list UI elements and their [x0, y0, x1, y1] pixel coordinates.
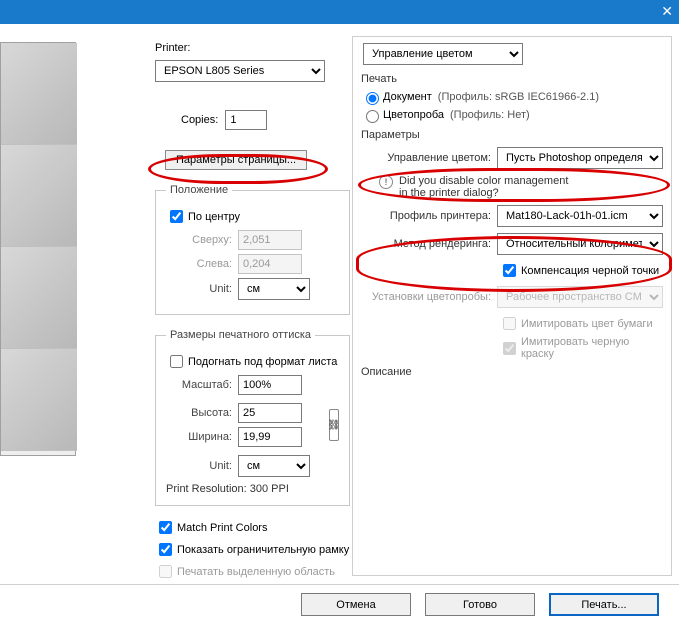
- description-area: [361, 382, 663, 430]
- sim-paper-checkbox: [503, 317, 516, 330]
- preview-thumb: [1, 349, 77, 451]
- scale-input[interactable]: [238, 375, 302, 395]
- printer-profile-label: Профиль принтера:: [361, 210, 491, 222]
- cancel-button[interactable]: Отмена: [301, 593, 411, 616]
- top-label: Сверху:: [166, 234, 232, 246]
- link-icon[interactable]: ⛓: [329, 409, 339, 441]
- warning-text: ! Did you disable color management in th…: [379, 175, 663, 199]
- print-resolution-text: Print Resolution: 300 PPI: [166, 483, 339, 495]
- printsize-group: Размеры печатного оттиска Подогнать под …: [155, 329, 350, 506]
- page-setup-button[interactable]: Параметры страницы...: [165, 150, 307, 170]
- sim-black-label: Имитировать черную краску: [521, 336, 663, 360]
- match-colors-label: Match Print Colors: [177, 522, 267, 534]
- proof-profile: (Профиль: Нет): [450, 109, 530, 121]
- width-input[interactable]: [238, 427, 302, 447]
- proof-setup-label: Установки цветопробы:: [361, 291, 491, 303]
- show-bbox-label: Показать ограничительную рамку: [177, 544, 349, 556]
- fit-media-label: Подогнать под формат листа: [188, 356, 337, 368]
- scale-label: Масштаб:: [166, 379, 232, 391]
- height-input[interactable]: [238, 403, 302, 423]
- preview-thumb: [1, 145, 77, 247]
- print-selection-label: Печатать выделенную область: [177, 566, 335, 578]
- button-bar: Отмена Готово Печать...: [0, 584, 679, 624]
- bpc-checkbox[interactable]: [503, 264, 516, 277]
- preview-thumb: [1, 43, 77, 145]
- color-mgmt-select[interactable]: Пусть Photoshop определяет ...: [497, 147, 663, 169]
- sim-black-checkbox: [503, 342, 516, 355]
- position-unit-select[interactable]: см: [238, 278, 310, 300]
- title-bar: ✕: [0, 0, 679, 24]
- print-button[interactable]: Печать...: [549, 593, 659, 616]
- left-input: [238, 254, 302, 274]
- top-input: [238, 230, 302, 250]
- position-group: Положение По центру Сверху: Слева: Unit:…: [155, 184, 350, 315]
- close-icon[interactable]: ✕: [661, 3, 673, 20]
- color-mgmt-label: Управление цветом:: [361, 152, 491, 164]
- center-checkbox[interactable]: [170, 210, 183, 223]
- done-button[interactable]: Готово: [425, 593, 535, 616]
- settings-middle: Printer: EPSON L805 Series Copies: Парам…: [155, 42, 350, 584]
- render-select[interactable]: Относительный колориметр...: [497, 233, 663, 255]
- printer-label: Printer:: [155, 42, 350, 54]
- height-label: Высота:: [166, 407, 232, 419]
- warn-line2: in the printer dialog?: [399, 187, 568, 199]
- sim-paper-label: Имитировать цвет бумаги: [521, 318, 653, 330]
- color-management-panel: Управление цветом Печать Документ (Профи…: [352, 36, 672, 576]
- printsize-unit-select[interactable]: см: [238, 455, 310, 477]
- panel-mode-select[interactable]: Управление цветом: [363, 43, 523, 65]
- copies-label: Copies:: [181, 114, 218, 126]
- info-icon: !: [379, 175, 393, 189]
- document-label: Документ: [383, 91, 432, 103]
- width-label: Ширина:: [166, 431, 232, 443]
- unit-label: Unit:: [166, 283, 232, 295]
- center-label: По центру: [188, 211, 240, 223]
- unit2-label: Unit:: [166, 460, 232, 472]
- description-title: Описание: [361, 366, 663, 378]
- warn-line1: Did you disable color management: [399, 175, 568, 187]
- fit-media-checkbox[interactable]: [170, 355, 183, 368]
- printer-profile-select[interactable]: Mat180-Lack-01h-01.icm: [497, 205, 663, 227]
- copies-input[interactable]: [225, 110, 267, 130]
- document-profile: (Профиль: sRGB IEC61966-2.1): [438, 91, 599, 103]
- position-legend: Положение: [166, 184, 232, 196]
- document-radio[interactable]: [366, 92, 379, 105]
- match-colors-checkbox[interactable]: [159, 521, 172, 534]
- print-preview: [0, 42, 76, 456]
- params-section-title: Параметры: [361, 129, 663, 141]
- printer-select[interactable]: EPSON L805 Series: [155, 60, 325, 82]
- print-selection-checkbox: [159, 565, 172, 578]
- show-bbox-checkbox[interactable]: [159, 543, 172, 556]
- print-section-title: Печать: [361, 73, 663, 85]
- render-label: Метод рендеринга:: [361, 238, 491, 250]
- printsize-legend: Размеры печатного оттиска: [166, 329, 315, 341]
- proof-setup-select: Рабочее пространство CMYK: [497, 286, 663, 308]
- bpc-label: Компенсация черной точки: [521, 265, 659, 277]
- proof-radio[interactable]: [366, 110, 379, 123]
- proof-label: Цветопроба: [383, 109, 444, 121]
- preview-thumb: [1, 247, 77, 349]
- left-label: Слева:: [166, 258, 232, 270]
